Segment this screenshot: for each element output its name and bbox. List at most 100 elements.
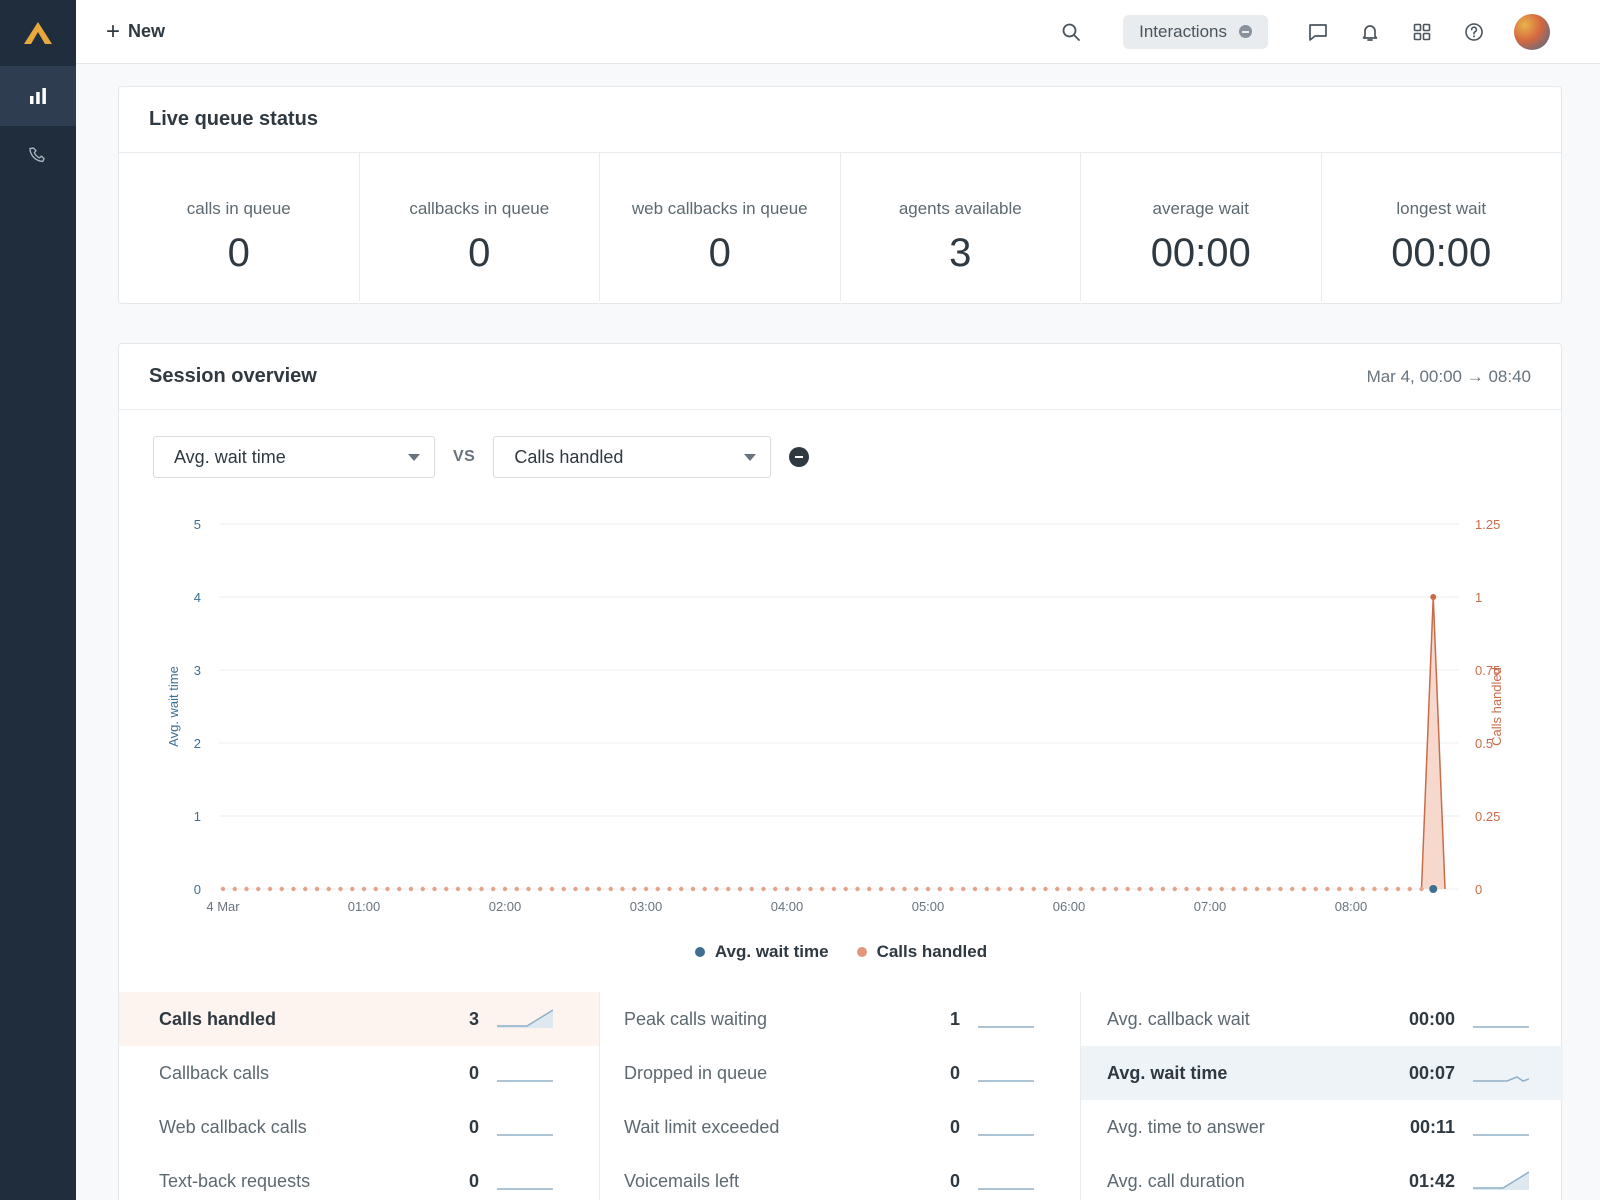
metric-row[interactable]: Dropped in queue 0 [600, 1046, 1080, 1100]
calls-handled-point [1372, 886, 1377, 892]
remove-comparison-button[interactable] [789, 447, 810, 467]
calls-handled-point [984, 886, 989, 892]
calls-handled-point [1348, 886, 1354, 892]
new-button[interactable]: + New [106, 17, 165, 45]
metric-a-select[interactable]: Avg. wait time [153, 436, 435, 478]
x-tick-label: 04:00 [771, 899, 804, 914]
calls-handled-point [585, 886, 590, 892]
metric-value: 0 [468, 1170, 479, 1191]
stat-value: 0 [708, 231, 731, 275]
left-tick-label: 1 [194, 809, 201, 824]
calls-handled-point [902, 886, 907, 892]
sparkline [497, 1009, 553, 1028]
left-axis-title: Avg. wait time [166, 666, 181, 747]
metric-value: 0 [468, 1116, 479, 1137]
calls-handled-point [784, 886, 790, 892]
legend-dot [694, 947, 705, 957]
metric-row[interactable]: Calls handled 3 [119, 992, 599, 1046]
calls-handled-point [855, 886, 860, 892]
calls-handled-point [702, 886, 707, 892]
legend-item-calls-handled[interactable]: Calls handled [856, 942, 987, 962]
sparkline [1473, 1026, 1529, 1028]
calls-handled-point [408, 886, 414, 892]
stat-value: 3 [949, 231, 972, 275]
calls-handled-point [972, 886, 978, 892]
calls-handled-point [373, 886, 378, 892]
calls-handled-point [314, 886, 320, 892]
nav-calls[interactable] [0, 126, 76, 186]
status-offline-icon [1239, 25, 1252, 38]
metric-row[interactable]: Web callback calls 0 [119, 1100, 599, 1154]
metric-row[interactable]: Voicemails left 0 [600, 1154, 1080, 1200]
metric-row[interactable]: Avg. time to answer 00:11 [1081, 1100, 1563, 1154]
x-tick-label: 05:00 [912, 899, 945, 914]
calls-handled-point [1008, 886, 1013, 892]
metric-label: Avg. wait time [1107, 1062, 1228, 1083]
calls-handled-point [1337, 886, 1342, 892]
metric-row[interactable]: Wait limit exceeded 0 [600, 1100, 1080, 1154]
metric-value: 0 [949, 1116, 960, 1137]
metric-label: Web callback calls [159, 1116, 307, 1137]
stat-label: callbacks in queue [409, 199, 550, 218]
metric-b-select[interactable]: Calls handled [493, 436, 772, 478]
metric-label: Text-back requests [159, 1170, 311, 1191]
nav-analytics[interactable] [0, 66, 76, 126]
calls-handled-point [867, 886, 872, 892]
calls-handled-point [1078, 886, 1083, 892]
avg-wait-point [1429, 885, 1438, 893]
search-icon[interactable] [1059, 20, 1083, 44]
help-icon[interactable] [1462, 20, 1486, 44]
metric-label: Dropped in queue [624, 1062, 768, 1083]
metric-row[interactable]: Avg. wait time 00:07 [1081, 1046, 1563, 1100]
stat-value: 0 [468, 231, 491, 275]
calls-handled-point [432, 886, 437, 892]
calls-handled-point [761, 886, 766, 892]
topbar: + New Interactions [76, 0, 1600, 64]
bell-icon[interactable] [1358, 20, 1382, 44]
stat-longest-wait: longest wait 00:00 [1322, 153, 1562, 301]
phone-icon [29, 147, 45, 163]
x-tick-label: 4 Mar [206, 899, 240, 914]
stat-label: longest wait [1396, 199, 1487, 218]
calls-handled-point [773, 886, 778, 892]
calls-handled-point [1019, 886, 1025, 892]
plus-icon: + [106, 17, 121, 45]
stat-web-callbacks-in-queue: web callbacks in queue 0 [600, 153, 841, 301]
sparkline [1473, 1171, 1529, 1190]
x-tick-label: 07:00 [1194, 899, 1227, 914]
sidebar [0, 0, 76, 1200]
left-tick-label: 3 [194, 663, 201, 678]
calls-handled-point [220, 886, 226, 892]
calls-handled-point [326, 886, 331, 892]
calls-handled-point [1149, 886, 1154, 892]
metric-row[interactable]: Text-back requests 0 [119, 1154, 599, 1200]
metric-row[interactable]: Peak calls waiting 1 [600, 992, 1080, 1046]
legend-item-avg-wait[interactable]: Avg. wait time [694, 942, 829, 962]
metrics-column-1: Calls handled 3 Callback calls 0 Web cal… [119, 992, 600, 1200]
x-tick-label: 03:00 [630, 899, 663, 914]
sparkline [1473, 1076, 1529, 1082]
live-queue-card: Live queue status calls in queue 0 callb… [118, 86, 1562, 304]
interactions-status[interactable]: Interactions [1123, 14, 1268, 49]
chat-icon[interactable] [1306, 20, 1330, 44]
app-logo[interactable] [0, 0, 76, 66]
sparkline [978, 1080, 1034, 1082]
calls-handled-point [1290, 886, 1295, 892]
calls-handled-point [937, 886, 942, 892]
calls-handled-point [749, 886, 754, 892]
logo-icon [24, 22, 52, 44]
calls-handled-point [632, 886, 637, 892]
calls-handled-point [1254, 886, 1260, 892]
metric-row[interactable]: Avg. call duration 01:42 [1081, 1154, 1563, 1200]
metric-row[interactable]: Avg. callback wait 00:00 [1081, 992, 1563, 1046]
calls-handled-point [244, 886, 249, 892]
calls-handled-point [1219, 886, 1224, 892]
legend-label: Avg. wait time [714, 942, 829, 961]
calls-handled-point [620, 886, 625, 892]
user-avatar[interactable] [1514, 13, 1550, 50]
metric-row[interactable]: Callback calls 0 [119, 1046, 599, 1100]
vs-label: VS [453, 448, 476, 465]
calls-handled-point [996, 886, 1001, 892]
apps-grid-icon[interactable] [1410, 20, 1434, 44]
bar-chart-icon [30, 88, 46, 104]
